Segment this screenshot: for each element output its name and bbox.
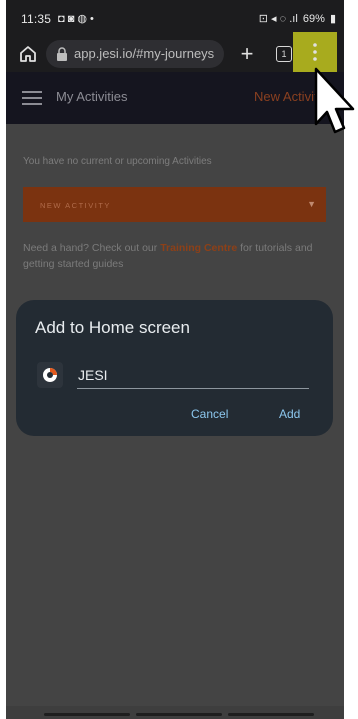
battery-icon: ▮: [329, 13, 336, 25]
new-activity-dropdown[interactable]: NEW ACTIVITY ▼: [23, 187, 326, 222]
nav-segment-center: [136, 713, 222, 716]
help-prefix: Need a hand? Check out our: [23, 242, 161, 254]
battery-percent: 69%: [302, 13, 325, 25]
home-button[interactable]: [16, 42, 40, 66]
caret-down-icon: ▼: [307, 199, 316, 209]
nav-segment-right: [228, 713, 314, 716]
system-nav-bar: [6, 706, 344, 719]
system-status-icons: ⊡ ◂ ◌ .ıl: [258, 13, 298, 25]
status-right: ⊡ ◂ ◌ .ıl 69% ▮: [257, 12, 336, 25]
lock-icon: [57, 47, 67, 61]
shortcut-name-value: JESI: [78, 367, 108, 383]
new-activity-label: NEW ACTIVITY: [40, 201, 111, 210]
nav-segment-left: [44, 713, 130, 716]
new-tab-button[interactable]: +: [234, 40, 260, 68]
jesi-logo-icon: [43, 368, 57, 382]
cancel-button[interactable]: Cancel: [191, 407, 228, 421]
cursor-arrow-icon: [314, 67, 355, 134]
status-bar: 11:35 ◘ ◙ ◍ • ⊡ ◂ ◌ .ıl 69% ▮: [6, 0, 344, 36]
plus-icon: +: [240, 41, 254, 66]
notification-icons: ◘ ◙ ◍ •: [58, 13, 94, 25]
dialog-title: Add to Home screen: [35, 318, 190, 337]
add-button[interactable]: Add: [279, 407, 300, 421]
shortcut-name-input[interactable]: JESI: [77, 362, 309, 389]
home-icon: [20, 46, 36, 62]
tab-count: 1: [281, 49, 287, 59]
jesi-app-icon: [37, 362, 63, 388]
url-text: app.jesi.io/#my-journeys: [74, 46, 215, 61]
status-time: 11:35: [21, 12, 52, 26]
address-bar[interactable]: app.jesi.io/#my-journeys: [46, 40, 224, 68]
training-centre-link[interactable]: Training Centre: [160, 242, 237, 254]
add-to-home-dialog: Add to Home screen JESI Cancel Add: [16, 300, 333, 436]
app-header: My Activities New Activity: [6, 72, 344, 124]
empty-state-text: You have no current or upcoming Activiti…: [23, 156, 212, 167]
page-title: My Activities: [56, 89, 128, 104]
tabs-button[interactable]: 1: [276, 46, 292, 62]
help-text: Need a hand? Check out our Training Cent…: [23, 240, 323, 272]
more-vert-icon: [313, 43, 317, 61]
hamburger-icon[interactable]: [22, 90, 42, 106]
phone-screen: 11:35 ◘ ◙ ◍ • ⊡ ◂ ◌ .ıl 69% ▮ app.jesi.i…: [6, 0, 344, 719]
